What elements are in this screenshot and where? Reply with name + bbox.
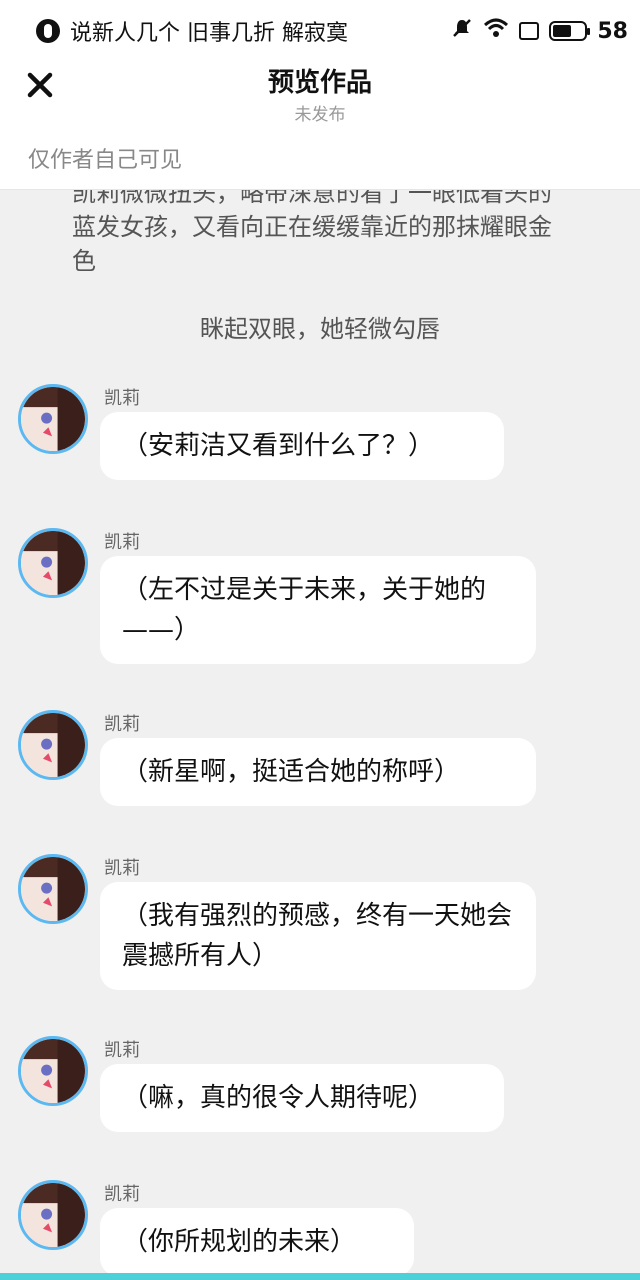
app-icon: [36, 19, 60, 43]
message-bubble[interactable]: （新星啊，挺适合她的称呼）: [100, 738, 536, 806]
avatar[interactable]: [18, 710, 88, 780]
bottom-accent-bar: [0, 1273, 640, 1280]
battery-level: 58: [597, 18, 628, 44]
publish-status: 未发布: [294, 105, 346, 125]
wifi-icon: [483, 17, 509, 45]
header: 预览作品 未发布: [0, 62, 640, 132]
notification-text: 说新人几个 旧事几折 解寂寞: [70, 21, 348, 46]
avatar[interactable]: [18, 384, 88, 454]
message-bubble[interactable]: （安莉洁又看到什么了？）: [100, 412, 504, 480]
avatar[interactable]: [18, 1180, 88, 1250]
screen-icon: [519, 22, 540, 40]
message-bubble[interactable]: （左不过是关于未来，关于她的——）: [100, 556, 536, 664]
message-bubble[interactable]: （你所规划的未来）: [100, 1208, 414, 1275]
story-content[interactable]: 凯莉微微扭头，略带深意的看了一眼低着头的蓝发女孩，又看向正在缓缓靠近的那抹耀眼金…: [0, 190, 640, 1275]
avatar[interactable]: [18, 528, 88, 598]
sender-name: 凯莉: [104, 532, 140, 553]
message-bubble[interactable]: （我有强烈的预感，终有一天她会震撼所有人）: [100, 882, 536, 990]
mute-icon: [451, 17, 473, 45]
visibility-notice: 仅作者自己可见: [0, 132, 640, 190]
narration-text: 凯莉微微扭头，略带深意的看了一眼低着头的蓝发女孩，又看向正在缓缓靠近的那抹耀眼金…: [72, 190, 552, 275]
avatar[interactable]: [18, 854, 88, 924]
avatar[interactable]: [18, 1036, 88, 1106]
sender-name: 凯莉: [104, 858, 140, 879]
sender-name: 凯莉: [104, 388, 140, 409]
sender-name: 凯莉: [104, 1040, 140, 1061]
battery-icon: [549, 21, 591, 41]
status-bar: 说新人几个 旧事几折 解寂寞 58: [0, 0, 640, 62]
page-title: 预览作品: [267, 68, 372, 98]
sender-name: 凯莉: [104, 1184, 140, 1205]
narration-text: 眯起双眼，她轻微勾唇: [200, 315, 440, 343]
message-bubble[interactable]: （嘛，真的很令人期待呢）: [100, 1064, 504, 1132]
sender-name: 凯莉: [104, 714, 140, 735]
